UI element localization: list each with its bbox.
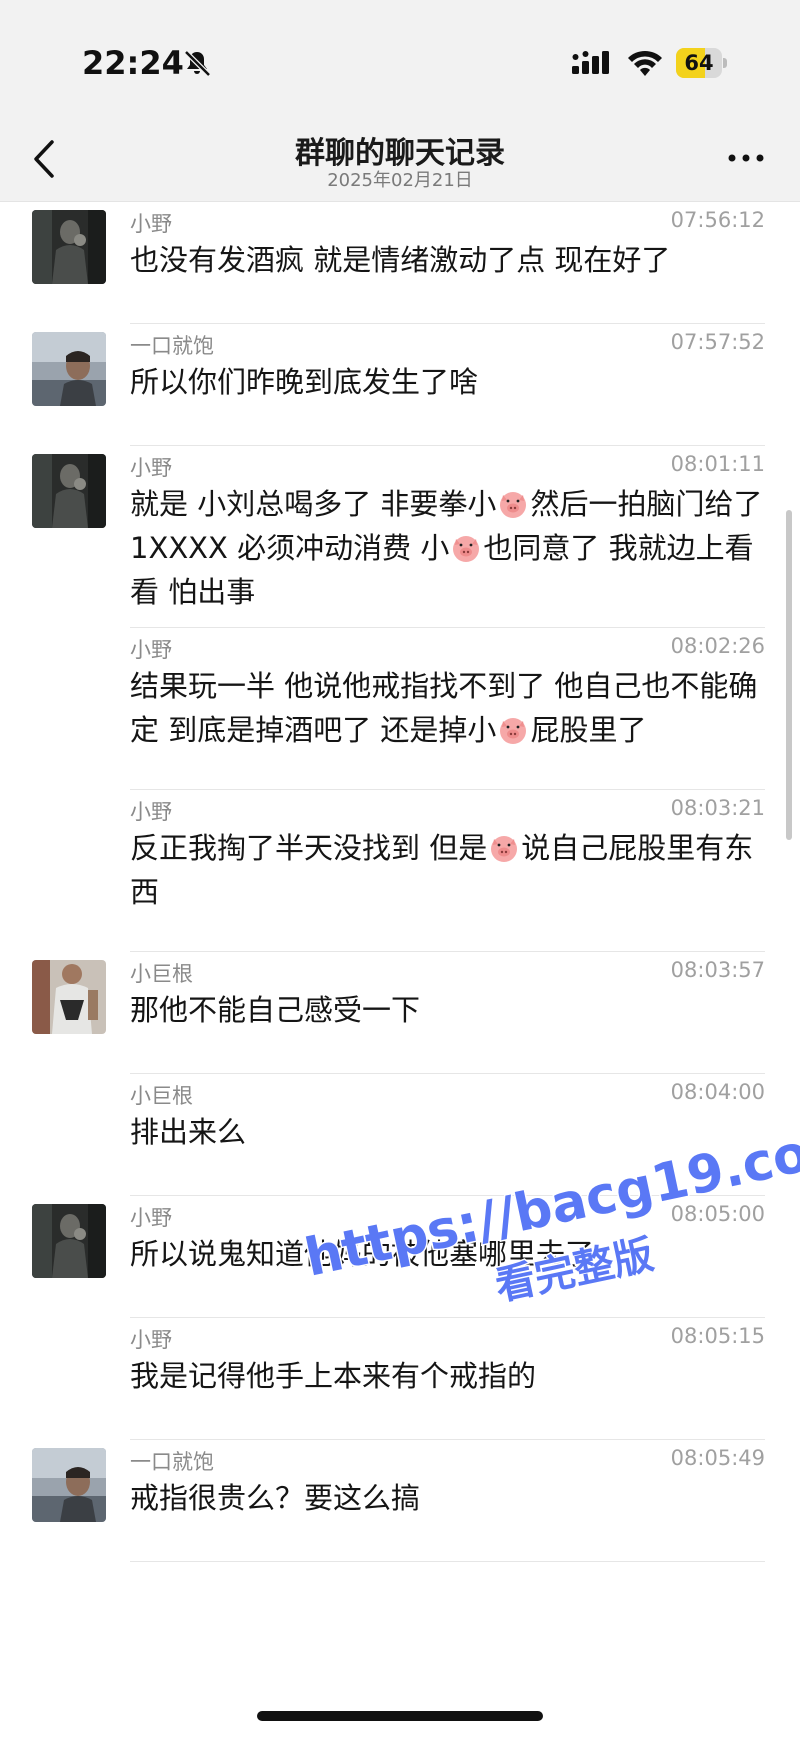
- message-text-segment: 所以说鬼知道他妈的被他塞哪里去了: [130, 1237, 595, 1271]
- message-text: 反正我掏了半天没找到 但是 说自己屁股里有东西: [130, 826, 770, 914]
- message-text: 所以说鬼知道他妈的被他塞哪里去了: [130, 1232, 770, 1276]
- message-timestamp: 08:05:00: [670, 1202, 765, 1226]
- pig-face-icon: [500, 492, 527, 518]
- avatar[interactable]: [32, 960, 106, 1034]
- chat-history-list[interactable]: 小野 07:56:12 也没有发酒疯 就是情绪激动了点 现在好了一口就饱 07:57:…: [0, 202, 800, 1741]
- message-text-segment: 戒指很贵么？要这么搞: [130, 1481, 421, 1515]
- bell-slash-icon: [184, 50, 211, 77]
- battery-percent: 64: [684, 51, 714, 75]
- chat-message[interactable]: 小野 08:01:11 就是 小刘总喝多了 非要拳小 然后一拍脑门给了 1XXXX 必…: [0, 446, 800, 628]
- sender-name: 一口就饱: [130, 1450, 214, 1474]
- home-indicator[interactable]: [257, 1711, 543, 1721]
- message-text-segment: 反正我掏了半天没找到 但是: [130, 831, 488, 865]
- message-timestamp: 08:04:00: [670, 1080, 765, 1104]
- sender-name: 一口就饱: [130, 334, 214, 358]
- message-text: 就是 小刘总喝多了 非要拳小 然后一拍脑门给了 1XXXX 必须冲动消费 小也同意…: [130, 482, 770, 614]
- chat-message[interactable]: 小野 07:56:12 也没有发酒疯 就是情绪激动了点 现在好了: [0, 202, 800, 324]
- message-text-segment: 那他不能自己感受一下: [130, 993, 421, 1027]
- message-text-segment: 所以你们昨晚到底发生了啥: [130, 365, 479, 399]
- scrollbar[interactable]: [786, 510, 792, 840]
- sender-name: 小野: [130, 800, 172, 824]
- message-text-segment: 我是记得他手上本来有个戒指的: [130, 1359, 537, 1393]
- chat-message[interactable]: 一口就饱 07:57:52 所以你们昨晚到底发生了啥: [0, 324, 800, 446]
- chat-message[interactable]: 小野 08:05:15 我是记得他手上本来有个戒指的: [0, 1318, 800, 1440]
- page-date: 2025年02月21日: [327, 170, 473, 191]
- message-timestamp: 08:01:11: [670, 452, 765, 476]
- message-text: 那他不能自己感受一下: [130, 988, 770, 1032]
- avatar[interactable]: [32, 454, 106, 528]
- message-timestamp: 08:05:15: [670, 1324, 765, 1348]
- avatar[interactable]: [32, 332, 106, 406]
- nav-bar: 群聊的聊天记录 2025年02月21日: [0, 120, 800, 202]
- pig-face-icon: [491, 836, 518, 862]
- message-text-segment: 屁股里了: [530, 713, 647, 747]
- message-timestamp: 08:03:57: [670, 958, 765, 982]
- message-timestamp: 08:02:26: [670, 634, 765, 658]
- sender-name: 小巨根: [130, 962, 193, 986]
- pig-face-icon: [453, 536, 480, 562]
- message-timestamp: 08:03:21: [670, 796, 765, 820]
- battery-icon: 64: [676, 48, 728, 78]
- pig-face-icon: [500, 718, 527, 744]
- message-text-segment: 就是 小刘总喝多了 非要拳小: [130, 487, 497, 521]
- avatar[interactable]: [32, 1204, 106, 1278]
- message-text-segment: 排出来么: [130, 1115, 247, 1149]
- message-text: 排出来么: [130, 1110, 770, 1154]
- status-time: 22:24: [82, 44, 184, 82]
- sender-name: 小野: [130, 638, 172, 662]
- message-timestamp: 08:05:49: [670, 1446, 765, 1470]
- chat-message[interactable]: 小野 08:02:26 结果玩一半 他说他戒指找不到了 他自己也不能确定 到底是掉酒…: [0, 628, 800, 790]
- avatar[interactable]: [32, 210, 106, 284]
- message-text-segment: 结果玩一半 他说他戒指找不到了 他自己也不能确定 到底是掉酒吧了 还是掉小: [130, 669, 758, 747]
- message-text: 所以你们昨晚到底发生了啥: [130, 360, 770, 404]
- chat-message[interactable]: 小巨根 08:04:00 排出来么: [0, 1074, 800, 1196]
- sender-name: 小野: [130, 1206, 172, 1230]
- avatar[interactable]: [32, 1448, 106, 1522]
- sender-name: 小野: [130, 456, 172, 480]
- status-bar: 22:24 64: [0, 0, 800, 120]
- chat-message[interactable]: 小野 08:05:00 所以说鬼知道他妈的被他塞哪里去了: [0, 1196, 800, 1318]
- message-text: 戒指很贵么？要这么搞: [130, 1476, 770, 1520]
- sender-name: 小野: [130, 212, 172, 236]
- message-text: 结果玩一半 他说他戒指找不到了 他自己也不能确定 到底是掉酒吧了 还是掉小 屁股里…: [130, 664, 770, 752]
- message-text-segment: 也没有发酒疯 就是情绪激动了点 现在好了: [130, 243, 671, 277]
- more-dots-icon[interactable]: [726, 148, 766, 168]
- chat-message[interactable]: 一口就饱 08:05:49 戒指很贵么？要这么搞: [0, 1440, 800, 1562]
- sender-name: 小野: [130, 1328, 172, 1352]
- message-divider: [130, 1561, 765, 1562]
- message-text: 也没有发酒疯 就是情绪激动了点 现在好了: [130, 238, 770, 282]
- wifi-icon: [628, 50, 662, 76]
- message-timestamp: 07:56:12: [670, 208, 765, 232]
- chat-message[interactable]: 小巨根 08:03:57 那他不能自己感受一下: [0, 952, 800, 1074]
- sender-name: 小巨根: [130, 1084, 193, 1108]
- signal-icon: [572, 51, 609, 74]
- message-timestamp: 07:57:52: [670, 330, 765, 354]
- chat-message[interactable]: 小野 08:03:21 反正我掏了半天没找到 但是 说自己屁股里有东西: [0, 790, 800, 952]
- message-text: 我是记得他手上本来有个戒指的: [130, 1354, 770, 1398]
